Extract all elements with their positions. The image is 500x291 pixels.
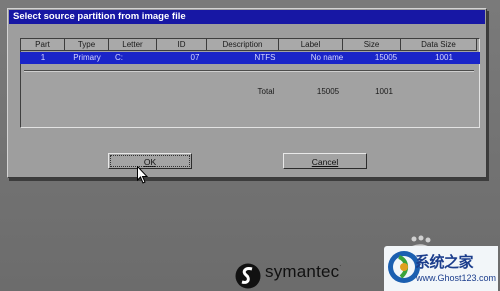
symantec-wordmark: symantec. [265,262,342,281]
total-data-size: 1001 [375,87,393,96]
cell-description: NTFS [254,53,276,62]
cancel-button-label: Cancel [311,157,339,167]
total-size: 15005 [316,87,340,96]
column-header-type[interactable]: Type [65,39,109,51]
column-header-part[interactable]: Part [21,39,65,51]
column-header-data-size[interactable]: Data Size [401,39,477,51]
column-header-size[interactable]: Size [343,39,401,51]
table-row[interactable]: 1 Primary C: 07 NTFS No name 15005 1001 [20,52,480,64]
total-row: Total 15005 1001 [21,86,477,98]
select-partition-dialog: Select source partition from image file … [7,8,487,178]
cell-id: 07 [190,53,200,62]
watermark-badge: 系统之家 www.Ghost123.com [384,246,498,291]
column-header-label[interactable]: Label [279,39,343,51]
watermark-url: www.Ghost123.com [416,273,497,283]
partition-table: Part Type Letter ID Description Label Si… [20,38,480,128]
watermark-title: 系统之家 [415,254,474,271]
cell-type: Primary [73,53,101,62]
cell-letter: C: [115,53,123,62]
cancel-button[interactable]: Cancel [283,153,367,169]
column-header-letter[interactable]: Letter [109,39,157,51]
column-header-id[interactable]: ID [157,39,207,51]
column-header-description[interactable]: Description [207,39,279,51]
dialog-title: Select source partition from image file [9,10,485,24]
symantec-logo-icon [235,263,261,289]
mouse-pointer-icon [137,166,149,184]
ok-button[interactable]: OK [108,153,192,169]
total-label: Total [257,87,275,96]
cell-size: 15005 [374,53,398,62]
total-divider [24,70,474,72]
cell-data-size: 1001 [435,53,453,62]
cell-part: 1 [40,53,46,62]
table-header: Part Type Letter ID Description Label Si… [21,39,477,51]
cell-label: No name [310,53,344,62]
